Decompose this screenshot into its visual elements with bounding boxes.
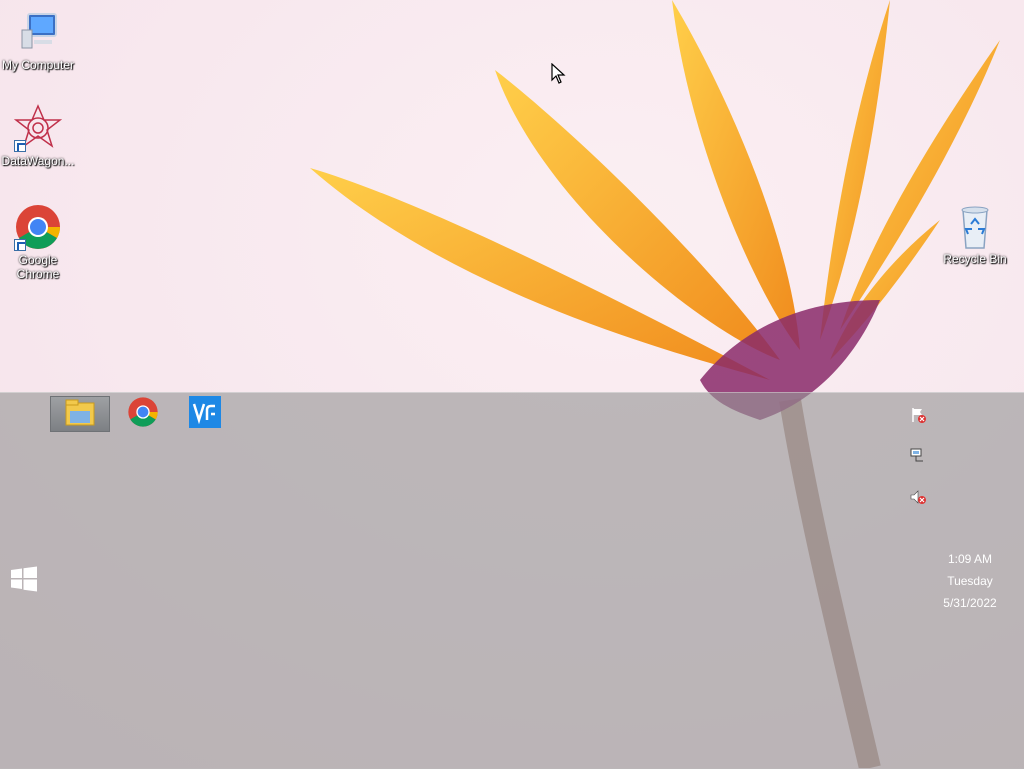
start-button[interactable] bbox=[10, 566, 40, 594]
clock-date: 5/31/2022 bbox=[943, 596, 997, 610]
clock-time: 1:09 AM bbox=[947, 552, 993, 566]
vnc-icon bbox=[189, 395, 221, 433]
desktop-icon-google-chrome[interactable]: Google Chrome bbox=[0, 203, 76, 281]
volume-muted-icon[interactable] bbox=[910, 489, 926, 505]
mouse-cursor-icon bbox=[551, 63, 566, 84]
taskbar-clock[interactable]: 1:09 AM Tuesday 5/31/2022 bbox=[920, 548, 1020, 614]
desktop-icon-my-computer[interactable]: My Computer bbox=[0, 8, 76, 72]
taskbar-vnc-button[interactable] bbox=[175, 395, 235, 433]
taskbar-file-explorer-button[interactable] bbox=[50, 396, 110, 432]
desktop-icon-datawagon[interactable]: DataWagon... bbox=[0, 104, 76, 168]
desktop-icon-recycle-bin[interactable]: Recycle Bin bbox=[937, 202, 1013, 266]
desktop-icon-label: My Computer bbox=[1, 58, 75, 72]
desktop-icon-label: Recycle Bin bbox=[943, 252, 1007, 266]
windows-logo-icon bbox=[10, 566, 38, 596]
shortcut-arrow-icon bbox=[14, 140, 26, 152]
my-computer-icon bbox=[14, 8, 62, 56]
file-explorer-icon bbox=[64, 397, 96, 432]
chrome-icon bbox=[14, 203, 62, 251]
network-icon[interactable] bbox=[910, 447, 926, 463]
action-center-flag-icon[interactable] bbox=[910, 407, 926, 423]
chrome-icon bbox=[127, 396, 159, 433]
taskbar bbox=[0, 392, 1024, 769]
datawagon-icon bbox=[13, 104, 63, 152]
recycle-bin-icon bbox=[951, 202, 999, 250]
desktop-icon-label: Google Chrome bbox=[16, 253, 60, 281]
taskbar-chrome-button[interactable] bbox=[113, 396, 173, 432]
clock-day: Tuesday bbox=[947, 574, 993, 588]
desktop-icon-label: DataWagon... bbox=[1, 154, 75, 168]
shortcut-arrow-icon bbox=[14, 239, 26, 251]
